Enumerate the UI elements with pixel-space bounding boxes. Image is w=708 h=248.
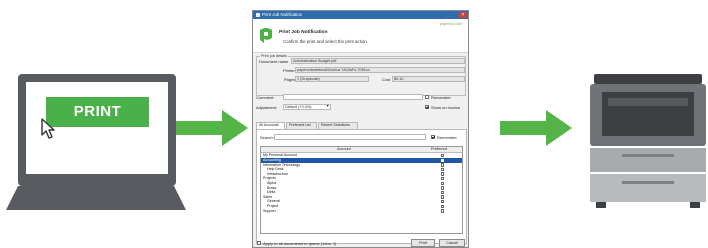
window-title: Print Job Notification bbox=[262, 12, 303, 17]
preferred-checkbox[interactable] bbox=[440, 181, 444, 185]
preferred-checkbox[interactable] bbox=[440, 186, 444, 190]
preferred-checkbox[interactable] bbox=[440, 195, 444, 199]
account-name: Support bbox=[263, 208, 276, 213]
preferred-checkbox[interactable] bbox=[440, 167, 444, 172]
cost-label: Cost bbox=[382, 77, 391, 82]
laptop-base bbox=[6, 186, 186, 210]
document-name-label: Document name bbox=[259, 59, 289, 64]
remember-comment-label: Remember bbox=[431, 95, 451, 100]
preferred-checkbox[interactable] bbox=[440, 190, 444, 195]
preferred-checkbox[interactable] bbox=[440, 163, 444, 167]
cost-field: $0.10 bbox=[392, 76, 465, 82]
brand-link[interactable]: papercut.com bbox=[440, 22, 462, 26]
print-button[interactable]: PRINT bbox=[46, 97, 149, 127]
printer-label: Printer bbox=[283, 68, 295, 73]
printer-icon bbox=[590, 74, 706, 208]
window-app-icon bbox=[256, 12, 260, 17]
search-input[interactable] bbox=[274, 134, 426, 140]
apply-all-checkbox[interactable] bbox=[257, 241, 261, 245]
comment-input[interactable] bbox=[283, 94, 423, 100]
preferred-checkbox[interactable] bbox=[440, 172, 444, 176]
show-on-invoice-label: Show on invoice bbox=[431, 105, 461, 110]
pages-label: Pages bbox=[284, 77, 296, 82]
preferred-column-header[interactable]: Preferred bbox=[431, 147, 447, 152]
papercut-logo-icon bbox=[260, 28, 272, 43]
preferred-checkbox[interactable] bbox=[440, 199, 444, 204]
preferred-checkbox[interactable] bbox=[440, 158, 444, 162]
dialog-header: Print Job Notification Confirm the print… bbox=[253, 19, 468, 53]
preferred-checkbox[interactable] bbox=[440, 204, 444, 208]
search-remember-checkbox[interactable] bbox=[431, 135, 435, 139]
comment-label: Comment: bbox=[256, 95, 275, 100]
table-row[interactable]: Support bbox=[261, 209, 462, 214]
adjustment-select[interactable]: Default (+0.0%) bbox=[283, 104, 331, 110]
document-name-field: Administration Budget.pdf bbox=[291, 58, 465, 64]
accounts-panel: Search: Remember Account Preferred My Pe… bbox=[256, 129, 467, 244]
window-titlebar: Print Job Notification bbox=[253, 11, 468, 19]
tab-label: Preferred List bbox=[289, 123, 311, 127]
preferred-checkbox[interactable] bbox=[440, 153, 444, 158]
tab-all-accounts[interactable]: All Accounts bbox=[256, 122, 285, 129]
cancel-button[interactable]: Cancel bbox=[439, 239, 465, 247]
account-column-header[interactable]: Account bbox=[337, 147, 351, 152]
arrow-right-icon bbox=[500, 110, 572, 146]
accounts-table: Account Preferred My Personal Account Acc… bbox=[260, 146, 463, 234]
remember-comment-checkbox[interactable] bbox=[425, 95, 429, 99]
header-title: Print Job Notification bbox=[279, 30, 328, 35]
search-label: Search: bbox=[260, 135, 274, 140]
apply-all-label: Apply to all documents in queue (Jobs: 1… bbox=[263, 241, 337, 246]
header-subtitle: Confirm the print and select the print a… bbox=[283, 39, 367, 44]
close-button[interactable]: × bbox=[459, 12, 467, 18]
search-remember-label: Remember bbox=[437, 135, 457, 140]
chevron-down-icon: ▼ bbox=[326, 104, 330, 108]
details-group-label: Print job details bbox=[260, 54, 288, 58]
mouse-pointer-icon bbox=[41, 118, 55, 139]
accounts-table-header: Account Preferred bbox=[261, 147, 462, 153]
printer-field: papercutnotebook\Konica 7ACfaFo-7091cc bbox=[295, 67, 465, 73]
tab-label: All Accounts bbox=[259, 123, 279, 127]
print-confirm-button[interactable]: Print bbox=[411, 239, 435, 247]
laptop-illustration: PRINT bbox=[0, 0, 200, 248]
tab-recent-selections[interactable]: Recent Selections bbox=[318, 122, 358, 129]
preferred-checkbox[interactable] bbox=[440, 209, 444, 213]
print-job-notification-dialog: Print Job Notification × Print Job Notif… bbox=[252, 10, 469, 248]
pages-field: 1 (Grayscale) bbox=[295, 76, 369, 82]
adjustment-label: Adjustment: bbox=[256, 105, 278, 110]
arrow-right-icon bbox=[176, 110, 248, 146]
preferred-checkbox[interactable] bbox=[440, 176, 444, 181]
tab-label: Recent Selections bbox=[321, 123, 350, 127]
show-on-invoice-checkbox[interactable] bbox=[425, 105, 429, 109]
tab-preferred-list[interactable]: Preferred List bbox=[286, 122, 317, 129]
adjustment-value: Default (+0.0%) bbox=[285, 105, 312, 109]
